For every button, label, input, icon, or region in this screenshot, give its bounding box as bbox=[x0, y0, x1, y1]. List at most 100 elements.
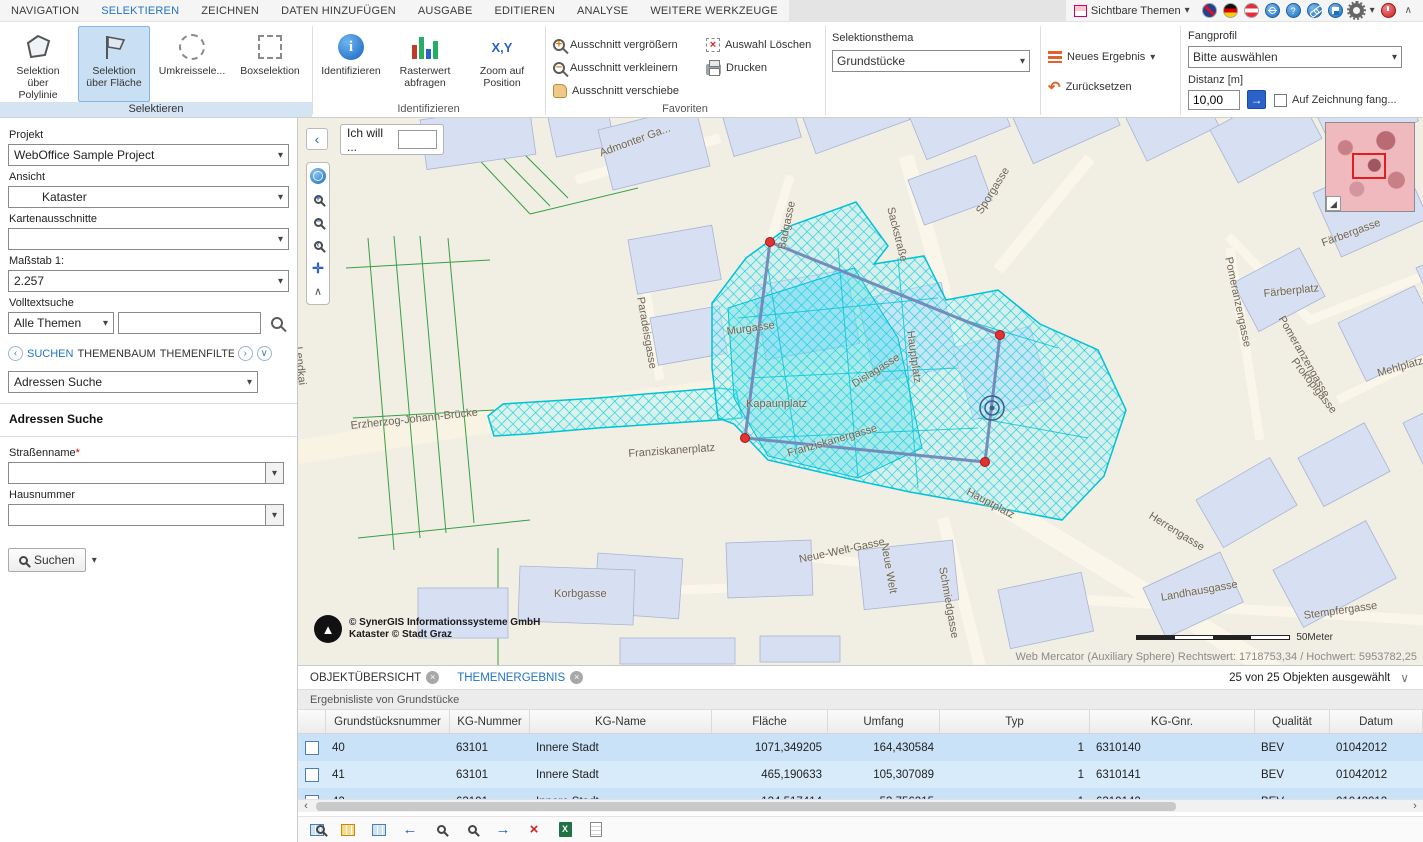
col-flaeche[interactable]: Fläche bbox=[712, 710, 828, 733]
print-button[interactable]: Drucken bbox=[706, 59, 767, 77]
center-selected-button[interactable] bbox=[463, 821, 481, 839]
selection-polyline-button[interactable]: Selektion über Polylinie bbox=[4, 26, 72, 102]
record-icon[interactable] bbox=[305, 768, 319, 782]
full-extent-button[interactable] bbox=[308, 166, 328, 186]
tab-weitere-werkzeuge[interactable]: WEITERE WERKZEUGE bbox=[639, 0, 788, 22]
col-datum[interactable]: Datum bbox=[1330, 710, 1423, 733]
selection-area-button[interactable]: Selektion über Fläche bbox=[78, 26, 150, 102]
table-row[interactable]: 42 63101 Innere Stadt 124,517414 53,7562… bbox=[298, 788, 1423, 799]
close-icon[interactable]: × bbox=[570, 671, 583, 684]
new-table-button[interactable] bbox=[370, 821, 388, 839]
street-name-input[interactable] bbox=[8, 462, 265, 484]
tab-ausgabe[interactable]: AUSGABE bbox=[407, 0, 484, 22]
scrollbar-thumb[interactable] bbox=[316, 802, 1176, 811]
tab-editieren[interactable]: EDITIEREN bbox=[483, 0, 565, 22]
project-select[interactable]: WebOffice Sample Project ▾ bbox=[8, 144, 289, 166]
overview-map[interactable]: ◢ bbox=[1325, 122, 1415, 212]
col-umfang[interactable]: Umfang bbox=[828, 710, 940, 733]
search-scope-select[interactable]: Alle Themen ▾ bbox=[8, 312, 114, 334]
table-row[interactable]: 40 63101 Innere Stadt 1071,349205 164,43… bbox=[298, 734, 1423, 761]
tabs-more-button[interactable]: ∨ bbox=[257, 346, 272, 361]
map-canvas[interactable] bbox=[298, 118, 1423, 665]
col-kg-gnr[interactable]: KG-Gnr. bbox=[1090, 710, 1255, 733]
identify-button[interactable]: i Identifizieren bbox=[318, 26, 384, 102]
selection-theme-select[interactable]: Grundstücke ▾ bbox=[832, 50, 1030, 72]
zoom-in-extent-button[interactable]: + Ausschnitt vergrößern bbox=[553, 36, 678, 54]
record-icon[interactable] bbox=[305, 795, 319, 800]
next-record-button[interactable]: → bbox=[494, 821, 512, 839]
reset-button[interactable]: ↶ Zurücksetzen bbox=[1048, 78, 1132, 96]
tab-themenfilter[interactable]: THEMENFILTER bbox=[160, 348, 234, 360]
col-qualitaet[interactable]: Qualität bbox=[1255, 710, 1330, 733]
scale-select[interactable]: 2.257 ▾ bbox=[8, 270, 289, 292]
show-table-button[interactable] bbox=[339, 821, 357, 839]
visible-themes-button[interactable]: Sichtbare Themen ▾ bbox=[1074, 5, 1196, 17]
language-german-icon[interactable] bbox=[1223, 3, 1238, 18]
view-select[interactable]: Kataster ▾ bbox=[8, 186, 289, 208]
gear-dropdown-icon[interactable]: ▾ bbox=[1370, 5, 1375, 16]
collapse-sidebar-button[interactable]: ‹ bbox=[306, 128, 328, 150]
fulltext-search-input[interactable] bbox=[118, 312, 261, 334]
map-view[interactable]: Admonter Ga... Sporgasse Sackstraße Färb… bbox=[298, 118, 1423, 665]
scroll-right-button[interactable]: › bbox=[1407, 800, 1423, 813]
search-type-select[interactable]: Adressen Suche ▾ bbox=[8, 371, 258, 393]
tab-zeichnen[interactable]: ZEICHNEN bbox=[190, 0, 270, 22]
previous-extent-button[interactable]: ‹ bbox=[308, 235, 328, 255]
house-number-dropdown-button[interactable]: ▾ bbox=[265, 504, 284, 526]
overview-extent-rectangle[interactable] bbox=[1352, 153, 1386, 179]
col-grundstuecksnummer[interactable]: Grundstücksnummer bbox=[326, 710, 450, 733]
raster-query-button[interactable]: Rasterwert abfragen bbox=[392, 26, 458, 102]
tab-themenergebnis[interactable]: THEMENERGEBNIS × bbox=[457, 671, 583, 684]
ich-will-input[interactable] bbox=[398, 130, 437, 149]
tab-selektieren[interactable]: SELEKTIEREN bbox=[90, 0, 190, 22]
scroll-left-button[interactable]: ‹ bbox=[298, 800, 314, 813]
close-icon[interactable]: × bbox=[426, 671, 439, 684]
tabs-scroll-left-button[interactable]: ‹ bbox=[8, 346, 23, 361]
snap-on-drawing-checkbox[interactable]: Auf Zeichnung fang... bbox=[1274, 91, 1397, 109]
distance-input[interactable] bbox=[1188, 90, 1240, 110]
clear-selection-button[interactable]: × Auswahl Löschen bbox=[706, 36, 811, 54]
help-icon[interactable]: ? bbox=[1286, 3, 1301, 18]
gear-icon[interactable] bbox=[1349, 3, 1364, 18]
apply-distance-button[interactable]: → bbox=[1247, 90, 1266, 109]
search-button[interactable] bbox=[265, 312, 289, 334]
previous-record-button[interactable]: ← bbox=[401, 821, 419, 839]
zoom-selected-button[interactable] bbox=[432, 821, 450, 839]
suchen-dropdown-button[interactable]: ▾ bbox=[92, 555, 97, 566]
record-icon[interactable] bbox=[305, 741, 319, 755]
ich-will-search[interactable]: Ich will ... bbox=[340, 124, 444, 155]
box-selection-button[interactable]: Boxselektion bbox=[234, 26, 306, 102]
language-austrian-icon[interactable] bbox=[1244, 3, 1259, 18]
toolbar-scroll-up-button[interactable]: ∧ bbox=[308, 281, 328, 301]
table-row[interactable]: 41 63101 Innere Stadt 465,190633 105,307… bbox=[298, 761, 1423, 788]
col-kg-name[interactable]: KG-Name bbox=[530, 710, 712, 733]
power-icon[interactable] bbox=[1381, 3, 1396, 18]
collapse-ribbon-icon[interactable]: ∧ bbox=[1402, 5, 1415, 16]
overview-toggle-button[interactable]: ◢ bbox=[1326, 196, 1341, 211]
pan-extent-button[interactable]: Ausschnitt verschiebe bbox=[553, 82, 679, 100]
col-kg-nummer[interactable]: KG-Nummer bbox=[450, 710, 530, 733]
tab-analyse[interactable]: ANALYSE bbox=[566, 0, 639, 22]
map-extents-select[interactable]: ▾ bbox=[8, 228, 289, 250]
save-icon[interactable] bbox=[1328, 3, 1343, 18]
tab-daten-hinzufuegen[interactable]: DATEN HINZUFÜGEN bbox=[270, 0, 407, 22]
report-button[interactable] bbox=[587, 821, 605, 839]
street-name-dropdown-button[interactable]: ▾ bbox=[265, 462, 284, 484]
tab-objektuebersicht[interactable]: OBJEKTÜBERSICHT × bbox=[310, 671, 439, 684]
link-icon[interactable] bbox=[1307, 3, 1322, 18]
zoom-out-button[interactable]: − bbox=[308, 212, 328, 232]
house-number-input[interactable] bbox=[8, 504, 265, 526]
zoom-in-button[interactable]: + bbox=[308, 189, 328, 209]
zoom-to-result-button[interactable] bbox=[308, 821, 326, 839]
excel-export-button[interactable]: X bbox=[556, 821, 574, 839]
zoom-to-position-button[interactable]: X,Y Zoom auf Position bbox=[466, 26, 538, 102]
snap-profile-select[interactable]: Bitte auswählen ▾ bbox=[1188, 46, 1402, 68]
tab-themenbaum[interactable]: THEMENBAUM bbox=[77, 348, 155, 360]
suchen-button[interactable]: Suchen bbox=[8, 548, 86, 572]
tab-suchen[interactable]: SUCHEN bbox=[27, 348, 73, 360]
circle-selection-button[interactable]: Umkreissele... bbox=[156, 26, 228, 102]
tab-navigation[interactable]: NAVIGATION bbox=[0, 0, 90, 22]
new-result-button[interactable]: Neues Ergebnis ▾ bbox=[1048, 48, 1155, 66]
pan-button[interactable]: ✛ bbox=[308, 258, 328, 278]
language-english-icon[interactable] bbox=[1202, 3, 1217, 18]
